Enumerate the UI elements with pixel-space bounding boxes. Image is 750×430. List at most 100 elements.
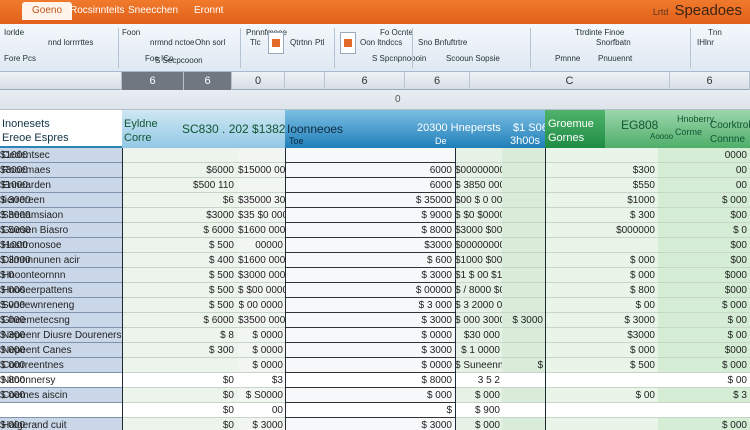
ribbon-item[interactable]: Tlc <box>250 38 261 47</box>
value-cell[interactable]: $ 9000 <box>285 208 455 223</box>
value-cell[interactable]: $ $00 0000 <box>238 283 285 298</box>
value-cell[interactable]: $ 500 <box>122 283 238 298</box>
value-cell[interactable]: $15000 0000/ <box>238 163 285 178</box>
value-cell[interactable]: $000 <box>658 268 750 283</box>
value-cell[interactable]: $ 0000 <box>238 358 285 373</box>
value-cell[interactable]: $1000 <box>0 178 28 193</box>
value-cell[interactable]: $3 <box>238 373 285 388</box>
ribbon-item[interactable]: Sno Bnfuftrtre <box>418 38 467 47</box>
value-cell[interactable]: $ 3000 <box>285 268 455 283</box>
value-cell[interactable]: $3000 <box>122 208 238 223</box>
value-cell[interactable]: $ 0 <box>0 268 14 283</box>
column-header[interactable]: 0 <box>232 72 285 90</box>
value-cell[interactable] <box>502 148 545 163</box>
value-cell[interactable]: $1000 <box>0 148 28 163</box>
value-cell[interactable]: $ Suneennnne000 <box>455 358 502 373</box>
ribbon-item[interactable]: Qtrtnn <box>290 38 312 47</box>
paste-icon[interactable] <box>268 32 284 54</box>
value-cell[interactable]: $ 300 <box>122 343 238 358</box>
value-cell[interactable]: $000000 <box>545 223 658 238</box>
value-cell[interactable] <box>502 178 545 193</box>
value-cell[interactable]: $ 000 <box>0 313 25 328</box>
value-cell[interactable]: $1600 0000 <box>238 253 285 268</box>
value-cell[interactable] <box>238 178 285 193</box>
tab-event[interactable]: Eronnt <box>194 5 223 16</box>
value-cell[interactable]: $00 <box>658 253 750 268</box>
value-cell[interactable]: $ 8 <box>122 328 238 343</box>
value-cell[interactable] <box>502 373 545 388</box>
value-cell[interactable] <box>502 298 545 313</box>
ribbon-item[interactable]: S Secpcooon <box>155 56 203 65</box>
value-cell[interactable]: $ 00 0000 <box>238 298 285 313</box>
value-cell[interactable]: $3000 <box>0 163 28 178</box>
value-cell[interactable] <box>502 403 545 418</box>
value-cell[interactable] <box>502 253 545 268</box>
column-header[interactable]: 6 <box>122 72 184 90</box>
value-cell[interactable]: $ 00 <box>658 373 750 388</box>
value-cell[interactable] <box>545 418 658 430</box>
value-cell[interactable]: $ 3850 0000 <box>455 178 502 193</box>
column-header[interactable]: 6 <box>184 72 232 90</box>
value-cell[interactable]: $1600 00000 <box>238 223 285 238</box>
value-cell[interactable] <box>545 403 658 418</box>
value-cell[interactable] <box>502 418 545 430</box>
value-cell[interactable]: $ 000 <box>0 283 25 298</box>
value-cell[interactable]: $ 3 2000 0000 <box>455 298 502 313</box>
value-cell[interactable]: $ 300 <box>0 328 25 343</box>
value-cell[interactable]: $ 400 <box>122 253 238 268</box>
value-cell[interactable]: $ 000 <box>0 343 25 358</box>
tab-search[interactable]: Sneecchen <box>128 5 178 16</box>
value-cell[interactable]: $00 $ 0 00000 <box>455 193 502 208</box>
value-cell[interactable]: $ 000 3000000000 <box>455 313 502 328</box>
value-cell[interactable]: $ 000 <box>455 388 502 403</box>
value-cell[interactable]: $500 110 <box>122 178 238 193</box>
format-icon[interactable] <box>340 32 356 54</box>
value-cell[interactable] <box>238 148 285 163</box>
value-cell[interactable]: $ 3000 <box>285 343 455 358</box>
value-cell[interactable]: $ 00 <box>658 313 750 328</box>
value-cell[interactable]: $ 5000 <box>0 223 31 238</box>
value-cell[interactable]: $ 600 <box>285 253 455 268</box>
value-cell[interactable]: $ 800 <box>0 373 25 388</box>
value-cell[interactable]: $ 000 <box>658 193 750 208</box>
value-cell[interactable]: $ <box>285 403 455 418</box>
value-cell[interactable]: $ 1 0000 <box>455 343 502 358</box>
ribbon-item[interactable]: Scooun Sopsie <box>446 54 500 63</box>
value-cell[interactable]: $ 000 <box>0 388 25 403</box>
ribbon-item[interactable]: nrmnd nctoe <box>150 38 194 47</box>
value-cell[interactable]: $00 <box>658 238 750 253</box>
value-cell[interactable]: $ 500 <box>122 268 238 283</box>
value-cell[interactable]: 3 5 2 <box>455 373 502 388</box>
value-cell[interactable]: $00 <box>658 208 750 223</box>
row-label-cell[interactable] <box>0 403 122 418</box>
value-cell[interactable]: $0 <box>122 418 238 430</box>
value-cell[interactable]: $ 000 <box>285 388 455 403</box>
ribbon-item[interactable]: Ohn sorl <box>195 38 225 47</box>
value-cell[interactable]: $000 <box>658 343 750 358</box>
value-cell[interactable]: $ 3000 <box>238 418 285 430</box>
row-label-cell[interactable]: Hnoonteornnn <box>0 268 122 283</box>
value-cell[interactable]: $1000 <box>0 238 28 253</box>
value-cell[interactable]: $ 00000 <box>285 283 455 298</box>
value-cell[interactable]: $ / 8000 $0000 <box>455 283 502 298</box>
value-cell[interactable]: $ 0000 <box>285 358 455 373</box>
value-cell[interactable] <box>502 223 545 238</box>
value-cell[interactable]: $ 3000 <box>285 418 455 430</box>
value-cell[interactable]: $ 3 000 <box>285 298 455 313</box>
value-cell[interactable]: $ 3 <box>658 388 750 403</box>
tab-layout[interactable]: Rocsinnteits <box>70 5 124 16</box>
ribbon-item[interactable]: Pnuuennt <box>598 54 632 63</box>
value-cell[interactable] <box>502 343 545 358</box>
ribbon-item[interactable]: Oon ltndccs <box>360 38 402 47</box>
value-cell[interactable]: $ 3000 <box>502 313 545 328</box>
value-cell[interactable]: $0 <box>122 373 238 388</box>
ribbon-item[interactable]: Fore Pcs <box>4 54 36 63</box>
value-cell[interactable]: 00000 <box>238 238 285 253</box>
value-cell[interactable]: $ 000 <box>455 418 502 430</box>
column-header[interactable]: 6 <box>670 72 750 90</box>
column-header[interactable] <box>285 72 325 90</box>
value-cell[interactable]: $ S0000 <box>238 388 285 403</box>
value-cell[interactable]: 0000 <box>658 148 750 163</box>
value-cell[interactable]: $ 0000 <box>285 328 455 343</box>
ribbon-item[interactable]: Ttrdinte Finoe <box>575 28 624 37</box>
